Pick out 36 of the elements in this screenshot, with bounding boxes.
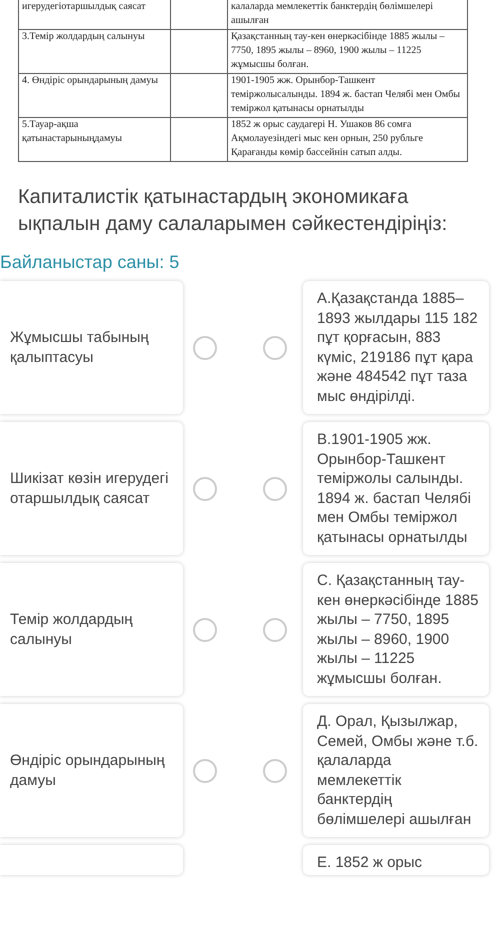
table-cell: 3.Темір жолдардың салынуы bbox=[22, 31, 145, 42]
question-text: Капиталистік қатынастардың экономикаға ықпалын даму салаларымен сәйкестендіріңіз: bbox=[17, 185, 448, 237]
card-text: А.Қазақстанда 1885–1893 жылдары 115 182 пұт қорғасын, 883 күміс, 219186 пұт қара және 484542 пұт таза мыс өндірілді. bbox=[317, 290, 478, 404]
connection-dot[interactable] bbox=[193, 476, 217, 500]
answer-card[interactable]: Темір жолдардың салынуы bbox=[0, 563, 183, 696]
table-cell: игерудегіотаршылдық саясат bbox=[22, 1, 146, 12]
card-text: Д. Орал, Қызылжар, Семей, Омбы және т.б. қалаларда мемлекеттік банктердің бөлімшелері ашылған bbox=[317, 713, 478, 828]
connections-count: Байланыстар саны: 5 bbox=[0, 252, 180, 273]
answer-card[interactable]: Е. 1852 ж орыс bbox=[303, 845, 489, 874]
answer-card[interactable]: Д. Орал, Қызылжар, Семей, Омбы және т.б. қалаларда мемлекеттік банктердің бөлімшелері ашылған bbox=[303, 704, 489, 837]
connection-dot[interactable] bbox=[193, 618, 217, 642]
answer-card[interactable]: В.1901-1905 жж. Орынбор-Ташкент теміржолы салынды. 1894 ж. бастап Челябі мен Омбы теміржол қатынасы орнатылды bbox=[303, 422, 489, 555]
card-text: Шикізат көзін игерудегі отаршылдық саясат bbox=[10, 469, 170, 508]
answer-card[interactable]: Шикізат көзін игерудегі отаршылдық саясат bbox=[0, 422, 183, 555]
table-cell: 1852 ж орыс саудагері Н. Ушаков 86 сомға Ақмолауезіндегі мыс кен орнын, 250 рубльге Қарағанды көмір бассейнін сатып алды. bbox=[231, 119, 423, 158]
card-text: Өндіріс орындарының дамуы bbox=[10, 751, 166, 790]
table-cell: 1901-1905 жж. Орынбор-Ташкент теміржолысалынды. 1894 ж. бастап Челябі мен Омбы теміржол қатынасы орнатылды bbox=[231, 75, 460, 114]
connection-dot[interactable] bbox=[193, 758, 217, 782]
table-cell: калаларда мемлекеттік банктердің бөлімшелері ашылған bbox=[231, 1, 434, 26]
card-text: Темір жолдардың салынуы bbox=[10, 610, 134, 649]
answer-card[interactable]: Өндіріс орындарының дамуы bbox=[0, 704, 183, 837]
card-text: Е. 1852 ж орыс bbox=[317, 854, 422, 871]
connection-dot[interactable] bbox=[263, 618, 287, 642]
card-text: Жұмысшы табының қалыптасуы bbox=[10, 328, 150, 367]
table-cell: Қазақстанның тау-кен өнеркәсібінде 1885 жылы –7750, 1895 жылы – 8960, 1900 жылы – 11225 жұмысшы болған. bbox=[231, 31, 445, 70]
answer-card[interactable]: Жұмысшы табының қалыптасуы bbox=[0, 281, 183, 414]
connection-dot[interactable] bbox=[263, 476, 287, 500]
table-cell: 5.Тауар-ақша қатынастарыныңдамуы bbox=[22, 119, 122, 144]
card-text: В.1901-1905 жж. Орынбор-Ташкент теміржолы салынды. 1894 ж. бастап Челябі мен Омбы теміржол қатынасы орнатылды bbox=[317, 431, 471, 546]
connection-dot[interactable] bbox=[193, 336, 217, 360]
answer-card[interactable]: С. Қазақстанның тау-кен өнеркәсібінде 1885 жылы – 7750, 1895 жылы – 8960, 1900 жылы – 11225 жұмысшы болған. bbox=[303, 563, 489, 696]
connection-dot[interactable] bbox=[263, 758, 287, 782]
table-cell: 4. Өндіріс орындарының дамуы bbox=[22, 75, 158, 86]
card-text: С. Қазақстанның тау-кен өнеркәсібінде 1885 жылы – 7750, 1895 жылы – 8960, 1900 жылы – 11225 жұмысшы болған. bbox=[317, 572, 478, 686]
connection-dot[interactable] bbox=[263, 336, 287, 360]
answer-card[interactable]: А.Қазақстанда 1885–1893 жылдары 115 182 пұт қорғасын, 883 күміс, 219186 пұт қара және 484542 пұт таза мыс өндірілді. bbox=[303, 281, 489, 414]
